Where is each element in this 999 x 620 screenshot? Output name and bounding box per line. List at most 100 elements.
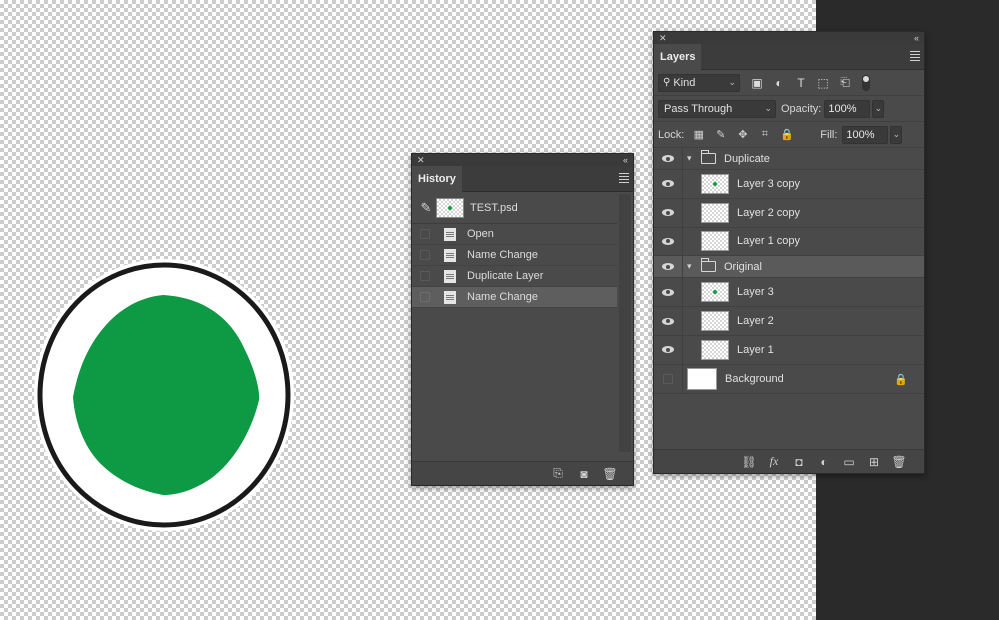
document-icon [444,227,456,241]
history-source-checkbox[interactable] [420,271,430,281]
folder-icon [701,258,716,273]
adjustment-filter-icon[interactable]: ◐ [772,76,786,90]
type-filter-icon[interactable]: T [794,76,808,90]
history-source-checkbox[interactable] [420,250,430,260]
blend-mode-select[interactable]: Pass Through ⌄ [658,99,776,118]
eye-icon [662,317,674,325]
visibility-toggle[interactable] [654,288,682,296]
history-panel-topbar[interactable]: ✕ « [412,154,633,166]
folder-icon [701,150,716,164]
panel-menu-icon[interactable] [619,173,629,183]
layer-row[interactable]: Layer 1 copy [654,227,924,257]
chevron-down-icon[interactable]: ▾ [687,261,697,272]
smart-object-filter-icon[interactable]: ⎗ [838,75,852,90]
history-scrollbar[interactable] [619,194,631,452]
lock-transparent-icon[interactable]: ▦ [692,128,705,141]
history-state[interactable]: Open [412,224,617,245]
layer-thumbnail [701,202,729,223]
layers-panel-topbar[interactable]: ✕ « [654,32,924,44]
lock-all-icon[interactable]: 🔒 [780,128,794,141]
lock-artboard-icon[interactable]: ⌗ [758,128,771,141]
layer-group-original[interactable]: ▾ Original [654,256,924,279]
layer-row[interactable]: Layer 3 [654,278,924,308]
collapse-icon[interactable]: « [914,33,919,43]
layer-name: Layer 2 [737,315,774,328]
new-layer-icon[interactable]: ⊞ [867,455,881,469]
visibility-toggle[interactable] [654,237,682,245]
pixel-filter-icon[interactable]: ▣ [750,76,764,90]
tab-layers[interactable]: Layers [654,44,702,70]
blend-mode-value: Pass Through [664,102,733,115]
filter-kind-select[interactable]: ⚲ Kind ⌄ [658,73,740,92]
panel-menu-icon[interactable] [910,51,920,61]
camera-icon[interactable]: ◙ [577,467,591,481]
visibility-toggle[interactable] [654,180,682,188]
link-icon[interactable]: ⛓ [741,455,756,469]
layer-row[interactable]: Layer 2 copy [654,198,924,228]
layers-footer: ⛓ fx ◘ ◐ ▭ ⊞ 🗑 [654,449,924,473]
filter-toggle-switch[interactable] [862,74,870,91]
layer-name: Background [725,372,784,385]
fx-icon[interactable]: fx [767,454,781,469]
circle-artwork [34,259,294,531]
lock-position-icon[interactable]: ✥ [736,128,749,141]
trash-icon[interactable]: 🗑 [891,455,906,469]
fill-dropdown[interactable]: ⌄ [890,125,903,144]
collapse-icon[interactable]: « [623,155,628,165]
close-icon[interactable]: ✕ [659,33,667,44]
chevron-down-icon: ⌄ [764,102,772,113]
history-tabbar: History [412,166,633,192]
opacity-dropdown[interactable]: ⌄ [872,99,885,118]
blend-row: Pass Through ⌄ Opacity: 100% ⌄ [654,96,924,122]
history-panel: ✕ « History ✎ TEST.psd Open Name Change … [411,153,634,486]
document-icon [444,290,456,304]
history-list: Open Name Change Duplicate Layer Name Ch… [412,224,617,308]
layer-thumbnail [701,282,729,303]
fill-input[interactable]: 100% [842,125,889,144]
eye-icon [662,180,674,188]
layer-row[interactable]: Layer 1 [654,335,924,365]
history-brush-icon[interactable]: ✎ [416,200,436,216]
chevron-down-icon[interactable]: ▾ [687,153,697,164]
visibility-toggle[interactable] [654,317,682,325]
visibility-toggle[interactable] [654,346,682,354]
history-snapshot[interactable]: ✎ TEST.psd [412,192,617,224]
mask-icon[interactable]: ◘ [792,455,806,469]
opacity-label: Opacity: [781,102,822,115]
folder-icon[interactable]: ▭ [842,455,856,469]
layer-row[interactable]: Layer 3 copy [654,170,924,199]
visibility-toggle[interactable] [654,155,682,162]
lock-image-icon[interactable]: ✎ [714,128,727,141]
opacity-input[interactable]: 100% [824,99,871,118]
close-icon[interactable]: ✕ [417,155,425,166]
lock-label: Lock: [658,128,685,141]
layer-name: Original [724,260,762,273]
layer-thumbnail [701,173,729,194]
visibility-toggle[interactable] [654,373,682,384]
new-document-from-state-icon[interactable]: ⎘ [551,466,565,481]
trash-icon[interactable]: 🗑 [602,467,617,481]
history-state[interactable]: Name Change [412,245,617,266]
history-source-checkbox[interactable] [420,292,430,302]
layer-thumbnail [687,367,717,390]
layer-name: Layer 1 [737,343,774,356]
layer-name: Layer 2 copy [737,206,800,219]
eye-icon [662,209,674,217]
shape-filter-icon[interactable]: ⬚ [816,76,830,90]
history-state-selected[interactable]: Name Change [412,287,617,308]
history-state-label: Open [467,228,494,240]
visibility-toggle[interactable] [654,209,682,217]
layer-row-background[interactable]: Background 🔒 [654,364,924,394]
layer-group-duplicate[interactable]: ▾ Duplicate [654,148,924,170]
adjustment-icon[interactable]: ◐ [817,455,831,469]
tab-history[interactable]: History [412,166,462,192]
layer-name: Layer 1 copy [737,235,800,248]
lock-icon[interactable]: 🔒 [894,373,908,386]
history-state-label: Duplicate Layer [467,270,544,282]
layer-row[interactable]: Layer 2 [654,307,924,336]
history-state[interactable]: Duplicate Layer [412,266,617,287]
snapshot-label: TEST.psd [470,201,518,214]
layer-thumbnail [701,311,729,332]
visibility-toggle[interactable] [654,263,682,271]
history-source-checkbox[interactable] [420,229,430,239]
